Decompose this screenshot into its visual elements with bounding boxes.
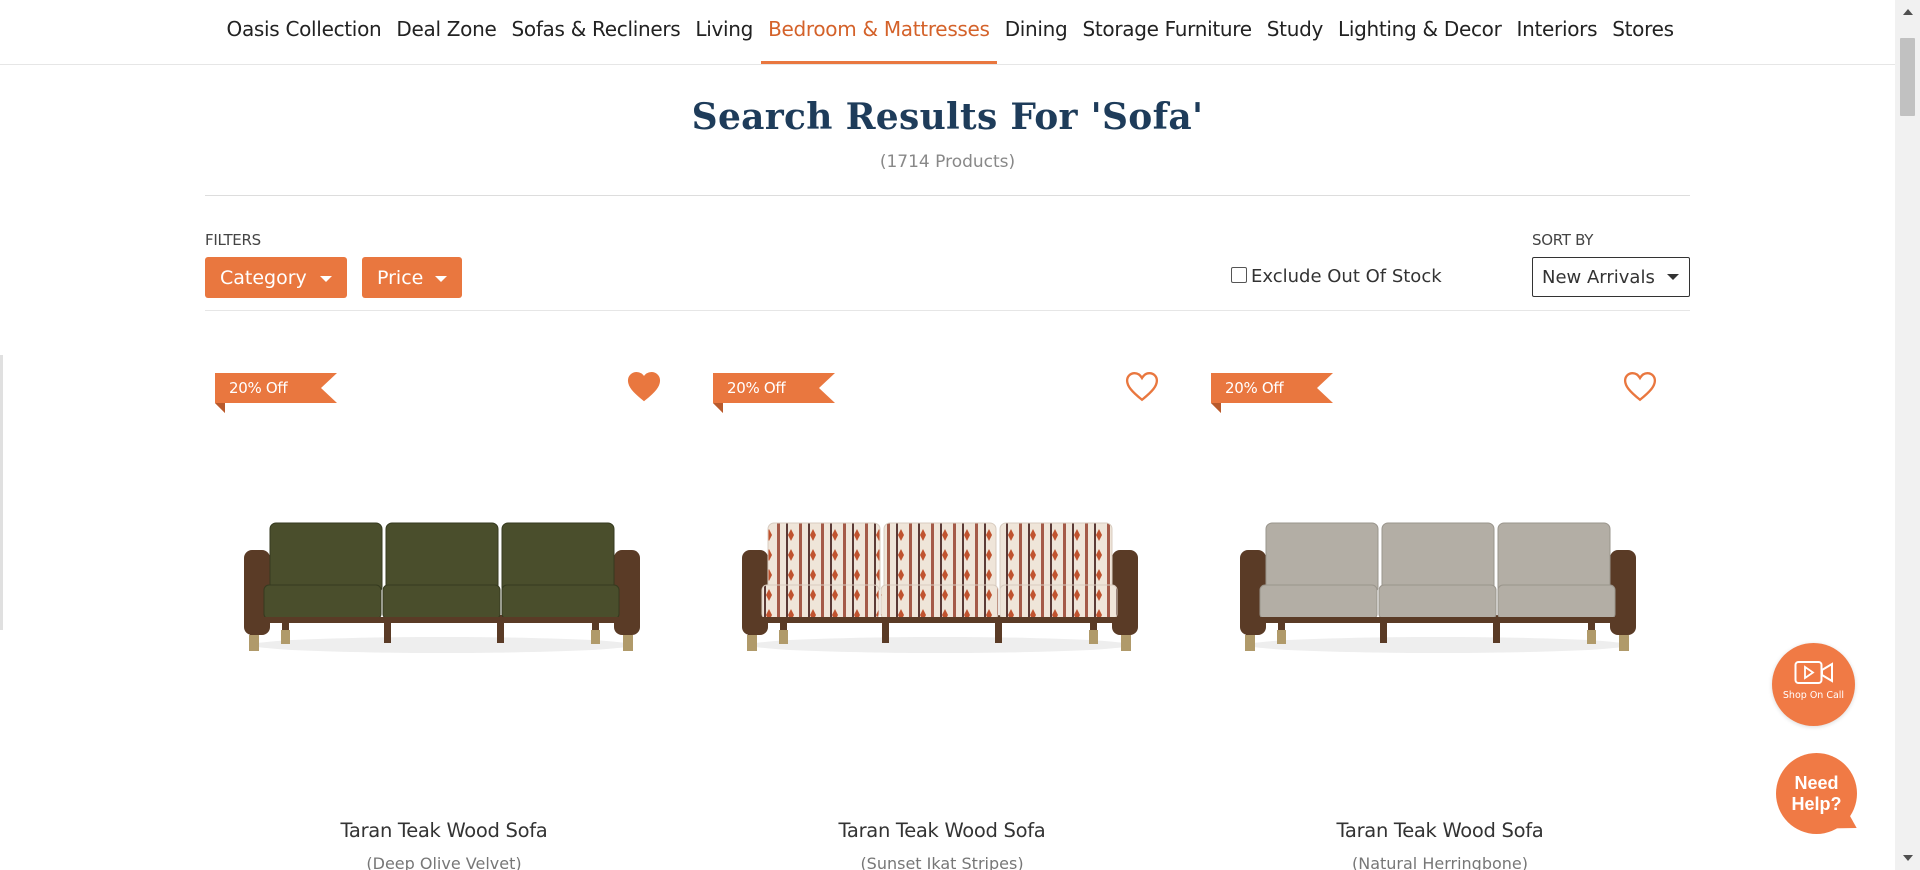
exclude-out-of-stock-toggle[interactable]: Exclude Out Of Stock bbox=[1231, 266, 1442, 287]
product-variant: (Natural Herringbone) bbox=[1351, 854, 1528, 870]
product-card[interactable]: 20% Off Taran Teak Wood Sofa (Natural He… bbox=[1201, 360, 1679, 870]
caret-down-icon bbox=[320, 276, 332, 282]
heart-icon[interactable] bbox=[1125, 370, 1159, 404]
need-help-label: Need Help? bbox=[1791, 773, 1842, 814]
nav-item-oasis-collection[interactable]: Oasis Collection bbox=[219, 0, 389, 64]
heart-icon[interactable] bbox=[1623, 370, 1657, 404]
divider bbox=[205, 310, 1690, 311]
discount-label: 20% Off bbox=[727, 379, 786, 397]
need-help-button[interactable]: Need Help? bbox=[1776, 753, 1863, 839]
exclude-out-of-stock-checkbox[interactable] bbox=[1231, 266, 1247, 283]
page-scrollbar[interactable] bbox=[1895, 0, 1920, 870]
product-card[interactable]: 20% Off Taran Teak Wood Sofa (Deep Olive… bbox=[205, 360, 683, 870]
category-filter-button[interactable]: Category bbox=[205, 257, 347, 298]
side-panel-tab[interactable] bbox=[0, 355, 3, 630]
divider bbox=[205, 195, 1690, 196]
product-image[interactable] bbox=[232, 485, 652, 675]
product-card[interactable]: 20% Off Taran Teak Wood Sofa (Sunset Ika… bbox=[703, 360, 1181, 870]
product-image[interactable] bbox=[730, 485, 1150, 675]
heart-icon[interactable] bbox=[627, 370, 661, 404]
video-call-icon bbox=[1794, 661, 1833, 684]
scroll-up-arrow-icon[interactable] bbox=[1903, 9, 1913, 15]
nav-item-study[interactable]: Study bbox=[1259, 0, 1330, 64]
scroll-down-arrow-icon[interactable] bbox=[1903, 855, 1913, 861]
nav-item-dining[interactable]: Dining bbox=[997, 0, 1075, 64]
nav-item-deal-zone[interactable]: Deal Zone bbox=[389, 0, 504, 64]
product-name[interactable]: Taran Teak Wood Sofa bbox=[205, 819, 683, 842]
top-navigation: Oasis Collection Deal Zone Sofas & Recli… bbox=[0, 0, 1895, 65]
filters-label: FILTERS bbox=[205, 231, 261, 249]
scrollbar-thumb[interactable] bbox=[1900, 38, 1915, 116]
product-variant: (Sunset Ikat Stripes) bbox=[860, 854, 1024, 870]
discount-label: 20% Off bbox=[229, 379, 288, 397]
nav-item-living[interactable]: Living bbox=[688, 0, 761, 64]
price-filter-label: Price bbox=[377, 267, 424, 289]
category-menu: Oasis Collection Deal Zone Sofas & Recli… bbox=[219, 0, 1681, 64]
nav-item-lighting-decor[interactable]: Lighting & Decor bbox=[1331, 0, 1510, 64]
nav-item-interiors[interactable]: Interiors bbox=[1509, 0, 1605, 64]
product-name[interactable]: Taran Teak Wood Sofa bbox=[1201, 819, 1679, 842]
product-variant: (Deep Olive Velvet) bbox=[366, 854, 522, 870]
caret-down-icon bbox=[1667, 274, 1679, 280]
nav-item-sofas-recliners[interactable]: Sofas & Recliners bbox=[504, 0, 688, 64]
sort-by-select[interactable]: New Arrivals bbox=[1532, 257, 1690, 297]
product-image[interactable] bbox=[1228, 485, 1648, 675]
shop-on-call-button[interactable]: Shop On Call bbox=[1772, 643, 1855, 726]
caret-down-icon bbox=[435, 276, 447, 282]
nav-item-stores[interactable]: Stores bbox=[1605, 0, 1681, 64]
product-name[interactable]: Taran Teak Wood Sofa bbox=[703, 819, 1181, 842]
discount-label: 20% Off bbox=[1225, 379, 1284, 397]
category-filter-label: Category bbox=[220, 267, 307, 289]
product-count: (1714 Products) bbox=[879, 152, 1016, 172]
page-title: Search Results For 'Sofa' bbox=[691, 96, 1204, 138]
nav-item-bedroom-mattresses[interactable]: Bedroom & Mattresses bbox=[760, 0, 998, 64]
shop-on-call-label: Shop On Call bbox=[1782, 690, 1845, 701]
price-filter-button[interactable]: Price bbox=[362, 257, 462, 298]
nav-item-storage-furniture[interactable]: Storage Furniture bbox=[1075, 0, 1259, 64]
exclude-out-of-stock-label: Exclude Out Of Stock bbox=[1251, 266, 1442, 287]
sort-by-label: SORT BY bbox=[1532, 231, 1594, 249]
sort-selected-value: New Arrivals bbox=[1542, 267, 1655, 288]
